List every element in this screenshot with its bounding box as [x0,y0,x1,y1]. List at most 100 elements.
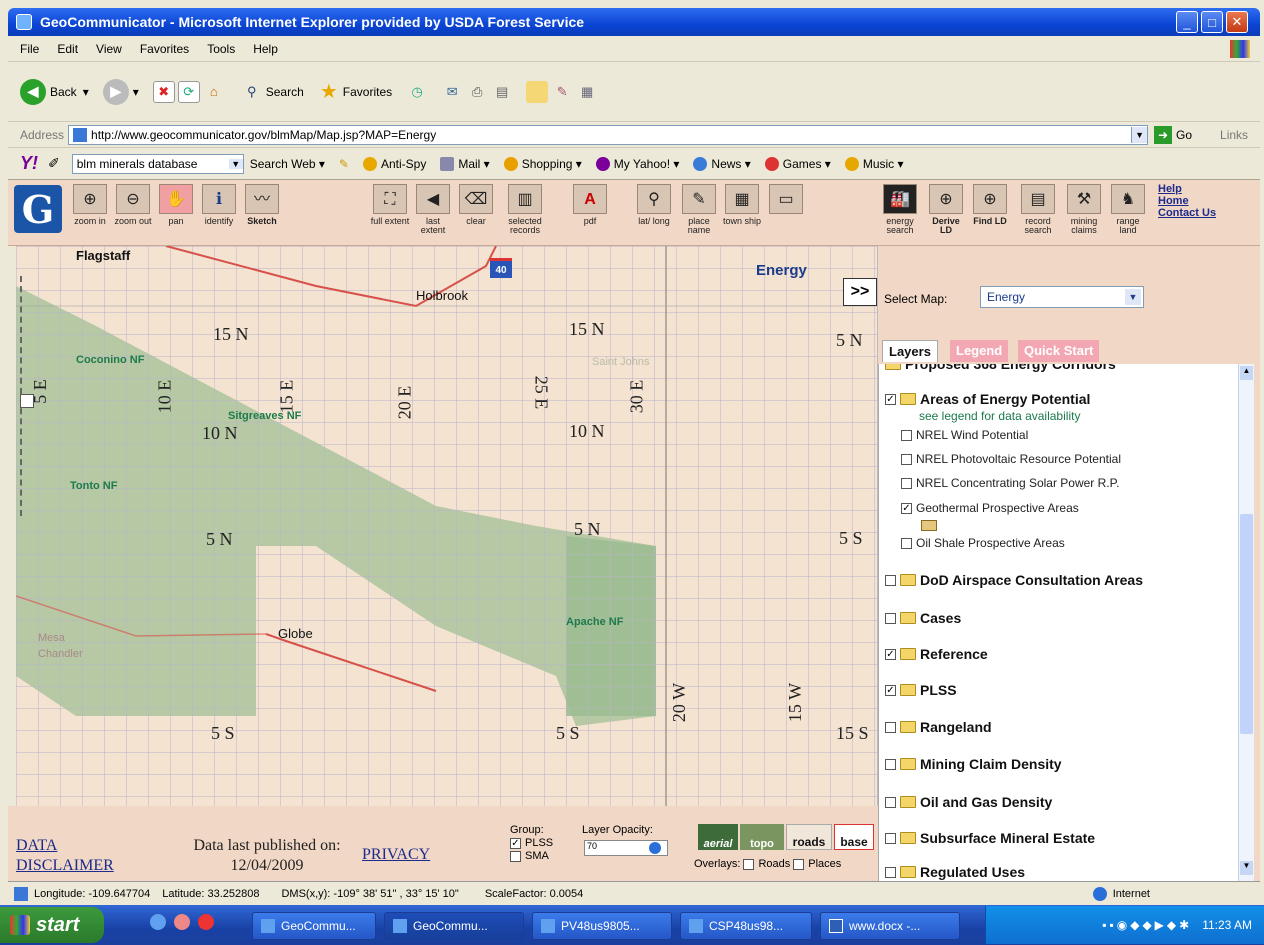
yahoo-search-input[interactable]: blm minerals database ▼ [71,153,244,174]
scroll-up-icon[interactable]: ▲ [1240,366,1253,380]
opacity-slider[interactable]: 70 [584,840,668,856]
go-button[interactable]: ➜ Go [1154,125,1192,144]
home-icon[interactable]: ⌂ [203,81,225,103]
checkbox[interactable] [901,477,912,489]
mining-claims-tool[interactable]: ⚒ mining claims [1064,184,1104,235]
ie-icon[interactable] [150,914,166,930]
layer-group[interactable]: ✓ PLSS [885,682,957,698]
task-item-active[interactable]: GeoCommu... [384,912,524,940]
home-link[interactable]: Home [1158,196,1216,207]
layer-group[interactable]: Cases [885,610,961,626]
zoom-in-tool[interactable]: ⊕ zoom in [70,184,110,226]
yahoo-logo-icon[interactable]: Y! [20,153,38,174]
find-ld-tool[interactable]: ⊕ Find LD [970,184,1010,226]
clear-tool[interactable]: ⌫ clear [456,184,496,226]
opacity-handle[interactable] [649,842,661,854]
layer-item[interactable]: NREL Concentrating Solar Power R.P. [901,476,1119,490]
basemap-roads[interactable]: roads [786,824,832,850]
maximize-button[interactable]: □ [1201,11,1223,33]
task-item[interactable]: GeoCommu... [252,912,376,940]
task-item[interactable]: PV48us9805... [532,912,672,940]
basemap-topo[interactable]: topo [740,824,784,850]
print-icon[interactable]: ⎙ [466,81,488,103]
last-extent-tool[interactable]: ◀ last extent [413,184,453,235]
record-search-tool[interactable]: ▤ record search [1018,184,1058,235]
shopping-button[interactable]: Shopping ▾ [503,156,582,171]
checkbox-checked[interactable]: ✓ [885,684,896,696]
layer-item[interactable]: NREL Photovoltaic Resource Potential [901,452,1121,466]
refresh-icon[interactable]: ⟳ [177,80,200,103]
layer-group[interactable]: Mining Claim Density [885,756,1062,772]
scroll-down-icon[interactable]: ▼ [1240,861,1253,875]
task-item[interactable]: www.docx -... [820,912,960,940]
checkbox[interactable] [793,858,805,870]
selected-records-tool[interactable]: ▥ selected records [505,184,545,235]
checkbox[interactable] [885,796,896,808]
derive-ld-tool[interactable]: ⊕ Derive LD [926,184,966,235]
energy-search-tool[interactable]: 🏭 energy search [880,184,920,235]
basemap-aerial[interactable]: aerial [698,824,738,850]
layer-item[interactable]: ✓ Geothermal Prospective Areas [901,501,1079,515]
forward-button[interactable]: ▶ ▾ [102,78,139,105]
checkbox[interactable] [510,851,521,862]
full-extent-tool[interactable]: ⛶ full extent [370,184,410,226]
checkbox[interactable] [885,574,896,586]
data-disclaimer-link[interactable]: DATA DISCLAIMER [16,836,114,876]
mail-icon[interactable]: ✉ [441,81,463,103]
layer-group[interactable]: Rangeland [885,719,992,735]
menu-help[interactable]: Help [253,42,278,56]
checkbox[interactable] [885,721,896,733]
chevron-down-icon[interactable]: ▼ [1131,126,1148,143]
checkbox[interactable] [901,537,912,549]
back-button[interactable]: ◀ Back ▾ [20,78,89,105]
layer-group-partial[interactable]: Proposed 368 Energy Corridors [885,364,1116,372]
edit-icon[interactable]: ▤ [491,81,513,103]
window-tool[interactable]: ▭ [766,184,806,217]
zoom-out-tool[interactable]: ⊖ zoom out [113,184,153,226]
identify-tool[interactable]: ℹ identify [199,184,239,226]
stop-icon[interactable]: ✖ [152,80,175,103]
tray-icons[interactable]: ▪▪◉◆◆▶◆✱ [1102,918,1192,932]
menu-view[interactable]: View [96,42,122,56]
tab-legend[interactable]: Legend [950,340,1009,362]
place-name-tool[interactable]: ✎ place name [679,184,719,235]
anti-spy-button[interactable]: Anti-Spy [362,156,426,171]
layer-item[interactable]: Oil Shale Prospective Areas [901,536,1065,550]
lat-long-tool[interactable]: ⚲ lat/ long [634,184,674,226]
search-web-button[interactable]: Search Web ▾ [250,157,325,171]
layer-group-energy[interactable]: ✓ Areas of Energy Potential [885,391,1090,407]
close-button[interactable]: ✕ [1226,11,1248,33]
address-input[interactable]: http://www.geocommunicator.gov/blmMap/Ma… [68,124,1149,145]
checkbox-checked[interactable]: ✓ [885,648,896,660]
help-link[interactable]: Help [1158,184,1216,195]
search-button[interactable]: ⚲ Search [241,81,304,103]
layer-group[interactable]: Subsurface Mineral Estate [885,830,1095,846]
games-button[interactable]: Games ▾ [764,156,831,171]
checkbox[interactable] [885,758,896,770]
pan-tool[interactable]: ✋ pan [156,184,196,226]
task-item[interactable]: CSP48us98... [680,912,812,940]
menu-edit[interactable]: Edit [57,42,78,56]
menu-favorites[interactable]: Favorites [140,42,189,56]
tab-quick-start[interactable]: Quick Start [1018,340,1100,362]
checkbox[interactable] [885,832,896,844]
my-yahoo-button[interactable]: My Yahoo! ▾ [595,156,679,171]
tab-layers[interactable]: Layers [882,340,938,362]
highlight-icon[interactable]: ✎ [339,157,349,171]
layer-group[interactable]: Regulated Uses [885,864,1025,880]
minimize-button[interactable]: _ [1176,11,1198,33]
links-label[interactable]: Links [1220,128,1248,142]
layer-group[interactable]: Oil and Gas Density [885,794,1052,810]
history-icon[interactable]: ◷ [406,81,428,103]
township-tool[interactable]: ▦ town ship [722,184,762,226]
layer-item[interactable]: NREL Wind Potential [901,428,1028,442]
menu-tools[interactable]: Tools [207,42,235,56]
basemap-base[interactable]: base [834,824,874,850]
checkbox[interactable] [901,429,912,441]
start-button[interactable]: start [0,907,104,943]
checkbox[interactable] [901,453,912,465]
news-button[interactable]: News ▾ [693,156,751,171]
mail-button[interactable]: Mail ▾ [440,156,490,171]
media-icon[interactable] [174,914,190,930]
checkbox-checked[interactable]: ✓ [510,838,521,849]
